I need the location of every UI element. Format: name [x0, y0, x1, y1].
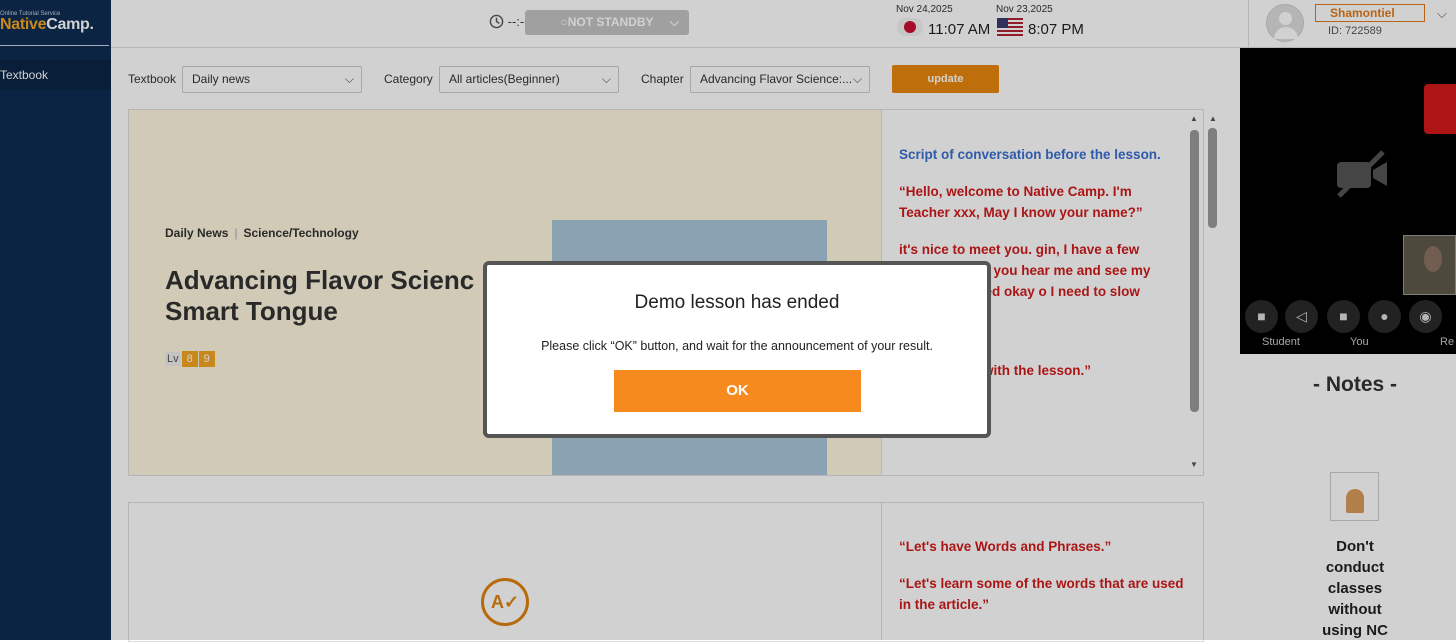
dialog-title: Demo lesson has ended	[634, 292, 840, 313]
ok-button[interactable]: OK	[614, 370, 861, 412]
demo-ended-dialog: Demo lesson has ended Please click “OK” …	[483, 261, 991, 438]
dialog-message: Please click “OK” button, and wait for t…	[541, 339, 933, 353]
